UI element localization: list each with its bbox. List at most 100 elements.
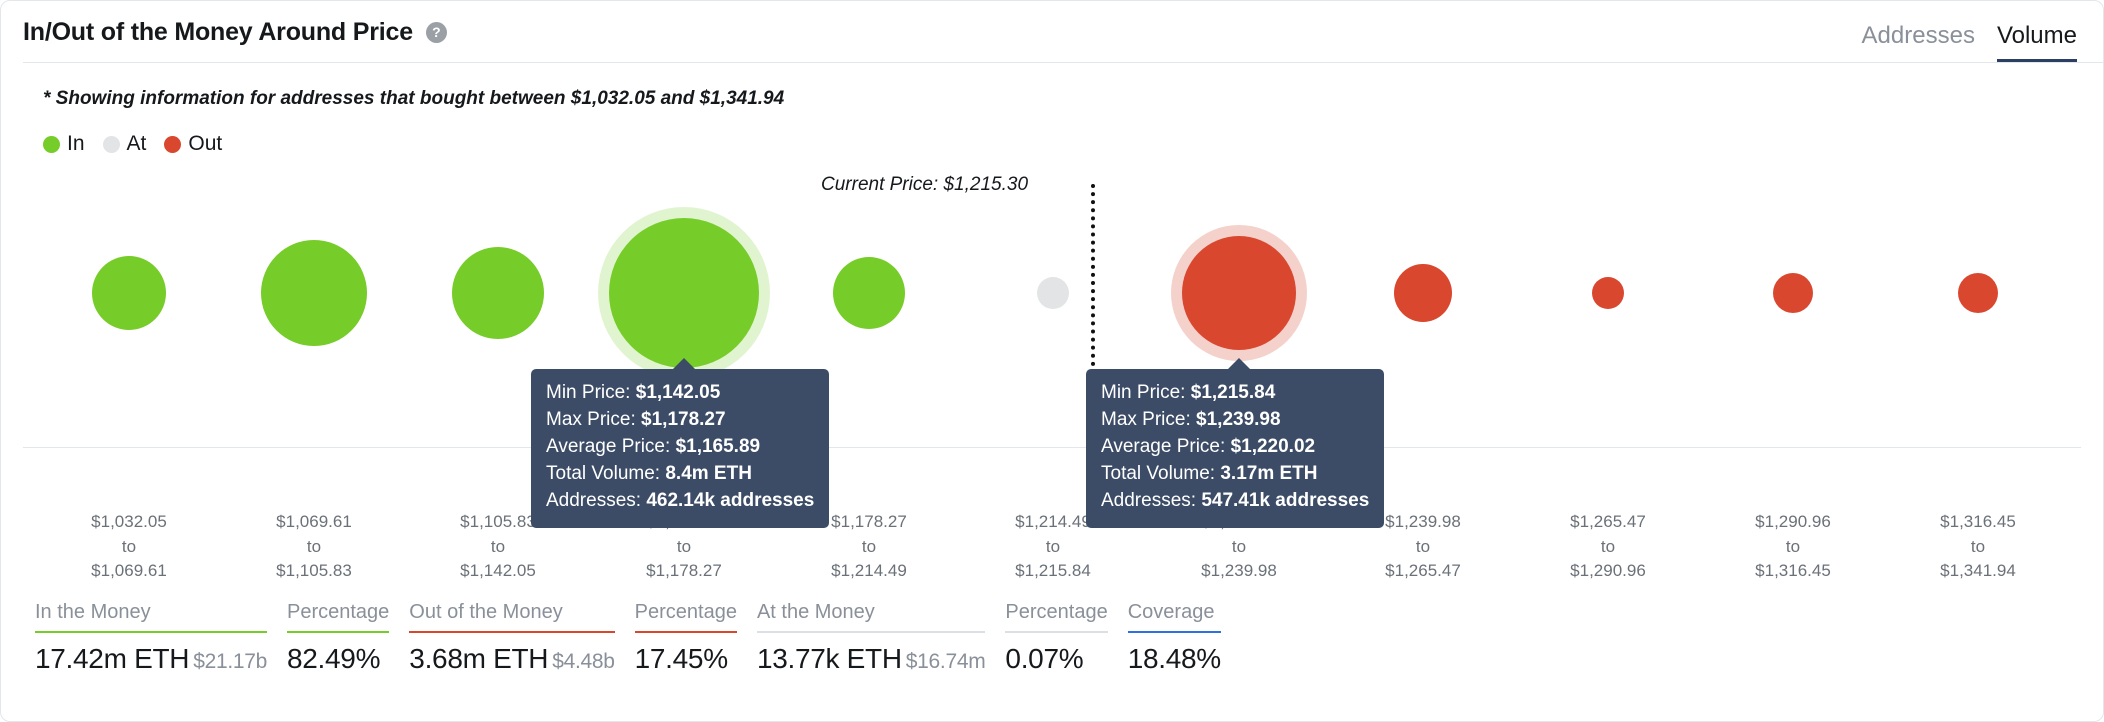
tooltip-row-label: Max Price: <box>546 408 642 430</box>
tick-max: $1,105.83 <box>276 561 352 581</box>
metric-underline <box>634 631 737 633</box>
tick-separator: to <box>1970 536 1986 556</box>
x-axis-tick: $1,032.05 to $1,069.61 <box>91 510 167 584</box>
metric-label: In the Money <box>35 601 151 623</box>
tick-max: $1,290.96 <box>1570 561 1646 581</box>
metric-at-the-money-4: At the Money 13.77k ETH $16.74m <box>756 601 986 675</box>
tick-max: $1,142.05 <box>460 561 536 581</box>
info-note: * Showing information for addresses that… <box>43 88 785 109</box>
bubble-in[interactable] <box>609 218 759 368</box>
metric-value: 13.77k ETH $16.74m <box>756 643 986 674</box>
bubble-plot: Current Price: $1,215.30 <box>1 162 2103 502</box>
x-axis-tick: $1,239.98 to $1,265.47 <box>1385 510 1461 584</box>
tooltip-row: Max Price: $1,239.98 <box>1101 407 1369 434</box>
tick-min: $1,290.96 <box>1755 512 1831 531</box>
bubble-out[interactable] <box>1592 277 1624 309</box>
tick-separator: to <box>1045 536 1061 556</box>
bubble-in[interactable] <box>452 247 544 339</box>
metric-underline <box>287 631 390 633</box>
metric-label: Out of the Money <box>409 601 563 623</box>
in-out-of-money-card: In/Out of the Money Around Price ? Addre… <box>0 0 2104 722</box>
metric-underline <box>409 631 615 633</box>
tooltip-row-value: $1,239.98 <box>1196 408 1281 430</box>
tooltip-row-label: Addresses: <box>1101 489 1202 511</box>
tooltip-row: Addresses: 547.41k addresses <box>1101 488 1369 515</box>
tick-max: $1,239.98 <box>1201 561 1277 581</box>
x-axis-tick: $1,265.47 to $1,290.96 <box>1570 510 1646 584</box>
legend-item-at[interactable]: At <box>102 132 146 156</box>
bubble-in[interactable] <box>261 240 367 346</box>
tooltip-row: Min Price: $1,142.05 <box>546 380 814 407</box>
metric-percentage-3: Percentage 17.45% <box>634 601 737 675</box>
x-axis: $1,032.05 to $1,069.61 $1,069.61 to $1,105.83… <box>1 502 2103 602</box>
header-divider <box>23 62 2103 63</box>
tooltip-row-value: $1,178.27 <box>641 408 726 430</box>
tick-min: $1,069.61 <box>276 512 352 531</box>
metric-percentage-1: Percentage 82.49% <box>287 601 390 675</box>
x-axis-tick: $1,290.96 to $1,316.45 <box>1755 510 1831 584</box>
legend: In At Out <box>43 132 2103 156</box>
tick-min: $1,265.47 <box>1570 512 1646 531</box>
tab-bar: Addresses Volume <box>1862 1 2077 63</box>
page-title: In/Out of the Money Around Price <box>23 17 413 46</box>
metric-value: 18.48% <box>1127 643 1221 674</box>
metric-value: 82.49% <box>287 643 381 674</box>
tooltip-row-value: 8.4m ETH <box>665 462 752 484</box>
bubble-tooltip: Min Price: $1,215.84 Max Price: $1,239.98… <box>1086 358 1385 528</box>
tooltip-row-value: $1,165.89 <box>675 435 761 457</box>
metric-value: 17.45% <box>634 643 728 674</box>
metric-underline <box>756 631 986 633</box>
tooltip-row-label: Total Volume: <box>546 462 666 484</box>
tooltip-row-label: Max Price: <box>1101 408 1197 430</box>
plot-baseline <box>23 447 2081 448</box>
tick-min: $1,105.83 <box>460 512 536 531</box>
metric-percentage-5: Percentage 0.07% <box>1005 601 1108 675</box>
tooltip-row-value: 547.41k addresses <box>1201 489 1370 511</box>
tooltip-row-label: Min Price: <box>546 382 636 403</box>
question-mark-icon[interactable]: ? <box>425 21 447 43</box>
tooltip-row-value: $1,142.05 <box>635 382 721 403</box>
metric-underline <box>1127 631 1221 633</box>
bubble-out[interactable] <box>1773 273 1813 313</box>
legend-item-in[interactable]: In <box>43 132 85 156</box>
metric-out-of-the-money-2: Out of the Money 3.68m ETH $4.48b <box>409 601 615 675</box>
bubble-at[interactable] <box>1037 277 1069 309</box>
tick-max: $1,215.84 <box>1015 561 1091 581</box>
tick-separator: to <box>121 536 137 556</box>
tooltip-row-label: Average Price: <box>1101 435 1231 457</box>
tooltip-row-label: Average Price: <box>546 435 676 457</box>
metric-label: Percentage <box>287 601 390 623</box>
tick-max: $1,316.45 <box>1755 561 1831 581</box>
tooltip-row: Total Volume: 8.4m ETH <box>546 461 814 488</box>
x-axis-tick: $1,214.49 to $1,215.84 <box>1015 510 1091 584</box>
tick-max: $1,214.49 <box>831 561 907 581</box>
tick-min: $1,178.27 <box>831 512 907 531</box>
tooltip-row-label: Total Volume: <box>1101 462 1221 484</box>
metric-coverage-6: Coverage 18.48% <box>1127 601 1221 675</box>
tooltip-row-value: $1,215.84 <box>1190 382 1276 403</box>
bubble-in[interactable] <box>92 256 166 330</box>
tick-separator: to <box>1600 536 1616 556</box>
legend-dot-out-icon <box>164 135 182 153</box>
tooltip-row: Average Price: $1,165.89 <box>546 434 814 461</box>
bubble-out[interactable] <box>1182 236 1296 350</box>
tooltip-row-label: Min Price: <box>1101 382 1191 403</box>
tooltip-row: Min Price: $1,215.84 <box>1101 380 1369 407</box>
current-price-annotation: Current Price: $1,215.30 <box>821 174 1029 195</box>
tick-max: $1,265.47 <box>1385 561 1461 581</box>
metric-subvalue: $16.74m <box>905 650 986 673</box>
tooltip-row: Max Price: $1,178.27 <box>546 407 814 434</box>
tab-volume[interactable]: Volume <box>1996 22 2077 63</box>
legend-dot-in-icon <box>43 135 60 153</box>
bubble-in[interactable] <box>833 257 905 329</box>
tick-separator: to <box>676 536 692 556</box>
legend-item-out[interactable]: Out <box>164 132 222 156</box>
tab-addresses[interactable]: Addresses <box>1862 22 1975 63</box>
tooltip-row-value: 3.17m ETH <box>1220 462 1318 484</box>
bubble-out[interactable] <box>1394 264 1452 322</box>
metric-label: Percentage <box>1005 601 1108 623</box>
bubble-out[interactable] <box>1958 273 1998 313</box>
metric-subvalue: $4.48b <box>552 650 615 673</box>
metric-value: 17.42m ETH $21.17b <box>35 643 267 674</box>
tick-separator: to <box>1415 536 1431 556</box>
